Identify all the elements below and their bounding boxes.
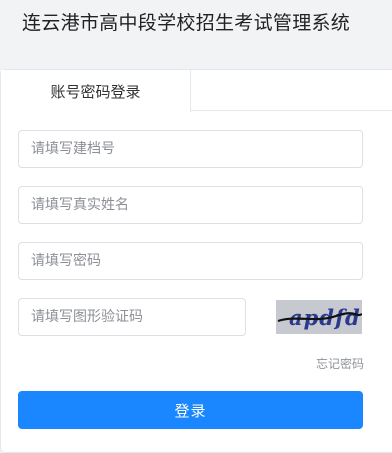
page-header: 连云港市高中段学校招生考试管理系统: [0, 0, 392, 62]
real-name-input[interactable]: [18, 186, 363, 224]
password-input[interactable]: [18, 242, 363, 280]
captcha-input[interactable]: [18, 298, 246, 336]
tab-bar-empty: [191, 70, 392, 111]
captcha-graphic: apdfd: [276, 300, 363, 334]
page-title: 连云港市高中段学校招生考试管理系统: [22, 12, 351, 34]
login-tabs: 账号密码登录: [1, 70, 392, 112]
tab-account-password-login[interactable]: 账号密码登录: [1, 70, 191, 112]
login-button[interactable]: 登录: [18, 391, 363, 429]
captcha-image[interactable]: apdfd: [276, 300, 363, 334]
forgot-password-link[interactable]: 忘记密码: [316, 355, 364, 372]
archive-number-input[interactable]: [18, 130, 363, 168]
